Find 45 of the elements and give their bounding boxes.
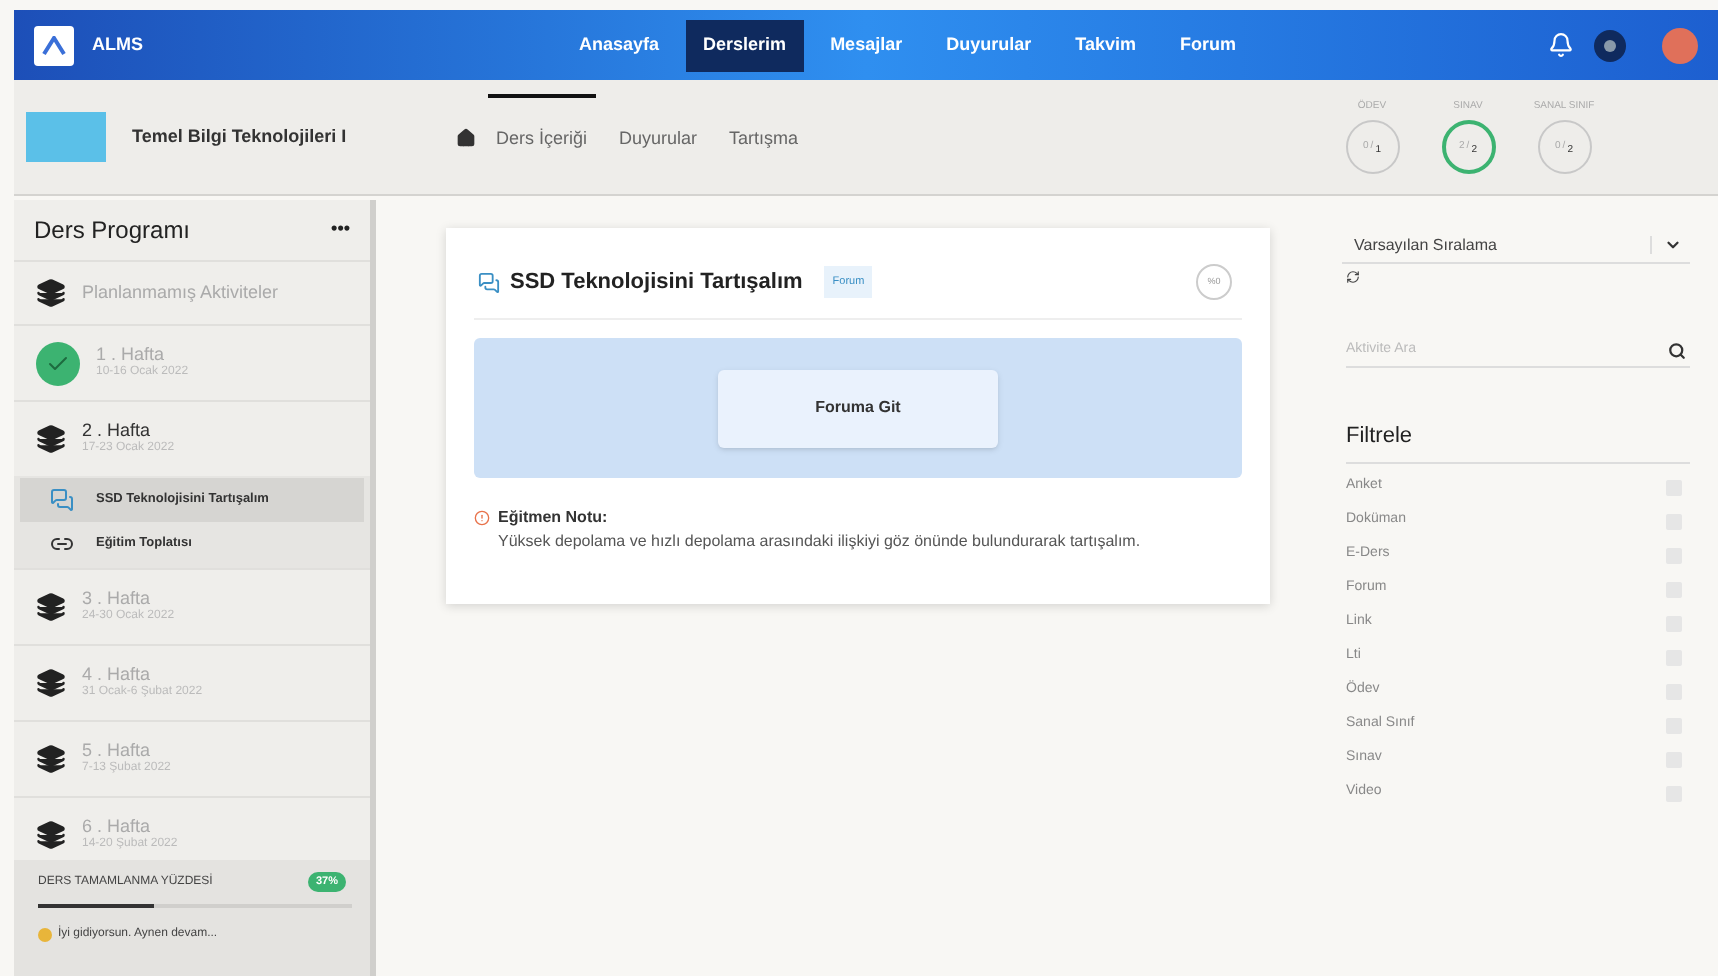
- sort-dropdown[interactable]: Varsayılan Sıralama: [1342, 228, 1690, 264]
- nav-link[interactable]: Forum: [1161, 19, 1254, 71]
- avatar[interactable]: [1662, 27, 1698, 63]
- layers-icon: [36, 592, 66, 622]
- week-title: 4 . Hafta: [82, 666, 153, 685]
- home-icon[interactable]: [456, 127, 476, 147]
- refresh-icon[interactable]: [1346, 270, 1360, 284]
- bell-icon[interactable]: [1548, 32, 1574, 58]
- layers-icon: [36, 820, 66, 850]
- go-to-forum-button[interactable]: Foruma Git: [718, 369, 998, 447]
- nav-link[interactable]: Duyurular: [928, 19, 1050, 71]
- layers-icon: [36, 424, 66, 454]
- course-thumbnail: [26, 112, 106, 162]
- nav-link[interactable]: Mesajlar: [812, 19, 921, 71]
- activity-heading: SSD Teknolojisini Tartışalım: [510, 267, 803, 298]
- brand-name: ALMS: [92, 31, 143, 58]
- more-button[interactable]: •••: [331, 216, 350, 244]
- search-icon: [1668, 342, 1686, 360]
- sidebar-title: Ders Programı: [34, 214, 191, 248]
- week-title: Planlanmamış Aktiviteler: [82, 283, 279, 303]
- filter-title: Filtrele: [1346, 424, 1413, 448]
- link-icon: [50, 532, 74, 556]
- course-tab[interactable]: Duyurular: [611, 93, 706, 181]
- info-icon[interactable]: [1594, 29, 1626, 61]
- note-title: Eğitmen Notu:: [498, 506, 608, 530]
- week-title: 6 . Hafta: [82, 818, 153, 837]
- layers-icon: [36, 744, 66, 774]
- nav-link[interactable]: Derslerim: [685, 19, 805, 71]
- course-title: Temel Bilgi Teknolojileri I: [132, 123, 349, 150]
- chat-icon: [50, 488, 74, 512]
- week-title: 3 . Hafta: [82, 590, 153, 609]
- week-title: 2 . Hafta: [82, 422, 153, 441]
- course-tab[interactable]: Tartışma: [721, 93, 807, 181]
- alert-icon: [474, 510, 490, 526]
- layers-icon: [36, 668, 66, 698]
- nav-link[interactable]: Takvim: [1057, 19, 1154, 71]
- week-title: 1 . Hafta: [96, 346, 167, 365]
- instructor-note: Yüksek depolama ve hızlı depolama arasındaki ilişkiyi göz önünde bulundurarak tartışalım.: [498, 530, 1143, 554]
- chat-icon: [478, 271, 500, 293]
- chevron-down-icon: [1664, 236, 1682, 254]
- layers-icon: [36, 278, 66, 308]
- week-title: 5 . Hafta: [82, 742, 153, 761]
- course-tab[interactable]: Ders İçeriği: [488, 93, 596, 181]
- logo-icon: [34, 25, 74, 65]
- nav-link[interactable]: Anasayfa: [561, 19, 678, 71]
